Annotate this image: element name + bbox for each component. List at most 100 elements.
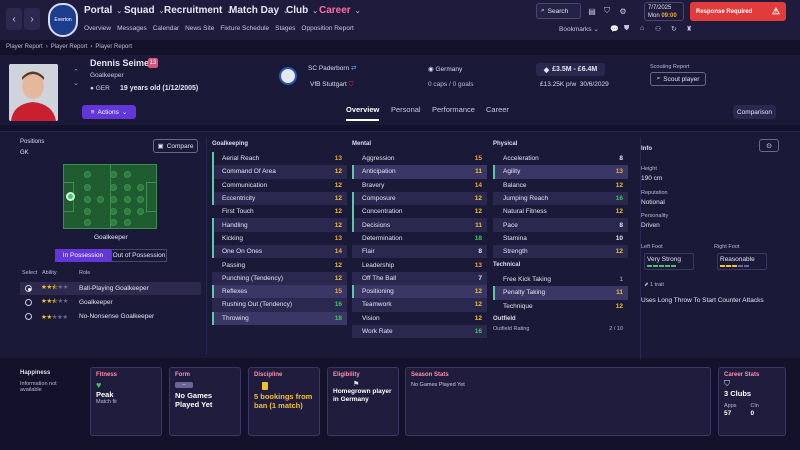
club-crest[interactable]: Everton [48,3,78,37]
attribute-row[interactable]: Eccentricity 12 [212,191,347,206]
attribute-row[interactable]: Composure 12 [352,191,487,206]
discipline-card[interactable]: Discipline 5 bookings from ban (1 match) [248,367,320,436]
trophy-icon[interactable]: ♜ [686,25,692,33]
submenu-stages[interactable]: Stages [275,25,295,32]
attribute-row[interactable]: Decisions 11 [352,218,487,232]
position-dot[interactable] [97,196,104,203]
tab-career[interactable]: Career [486,105,509,114]
position-dot[interactable] [110,171,117,178]
submenu-calendar[interactable]: Calendar [153,25,179,32]
attribute-row[interactable]: Strength 12 [493,245,628,259]
country[interactable]: ◉ Germany [428,65,462,73]
position-dot[interactable] [110,196,117,203]
response-required-button[interactable]: Response Required ⚠ [690,2,786,21]
compare-button[interactable]: ▣ Compare [153,139,198,153]
fitness-card[interactable]: Fitness ♥ Peak Match fit [90,367,162,436]
eligibility-card[interactable]: Eligibility ⚑ Homegrown player in German… [327,367,399,436]
attribute-row[interactable]: Bravery 14 [352,179,487,192]
role-row[interactable]: ★★★★★ No-Nonsense Goalkeeper [20,310,201,323]
menu-match-day[interactable]: Match Day ⌄ [229,5,289,16]
attribute-row[interactable]: Work Rate 16 [352,324,487,339]
role-row[interactable]: ★★⯪★★ Ball-Playing Goalkeeper [20,282,201,295]
menu-squad[interactable]: Squad ⌄ [124,5,164,16]
position-dot[interactable] [124,171,131,178]
tab-performance[interactable]: Performance [432,105,475,114]
attribute-row[interactable]: Rushing Out (Tendency) 16 [212,298,347,312]
position-dot[interactable] [84,171,91,178]
toggle-out-of-possession[interactable]: Out of Possession [111,249,167,262]
date-box[interactable]: 7/7/2025 Mon 09:00 [644,2,684,21]
tab-personal[interactable]: Personal [391,105,421,114]
attribute-row[interactable]: Punching (Tendency) 12 [212,271,347,285]
attribute-row[interactable]: Agility 13 [493,165,628,179]
attribute-row[interactable]: Anticipation 11 [352,165,487,179]
attribute-row[interactable]: Handling 12 [212,218,347,232]
attribute-row[interactable]: Passing 12 [212,258,347,271]
position-dot[interactable] [137,196,144,203]
position-dot[interactable] [124,184,131,191]
submenu-messages[interactable]: Messages [117,25,147,32]
position-dot[interactable] [84,184,91,191]
position-dot[interactable] [110,208,117,215]
position-dot[interactable] [137,184,144,191]
attribute-row[interactable]: One On Ones 14 [212,245,347,259]
attribute-row[interactable]: Reflexes 15 [212,284,347,299]
season-stats-card[interactable]: Season Stats No Games Played Yet [405,367,711,436]
position-dot[interactable] [110,184,117,191]
attribute-row[interactable]: Technique 12 [493,300,628,313]
attribute-row[interactable]: Stamina 10 [493,232,628,245]
inbox-icon[interactable]: ▤ [585,3,599,19]
attribute-row[interactable]: Aerial Reach 13 [212,152,347,166]
position-dot-gk[interactable] [66,192,75,201]
menu-club[interactable]: Club ⌄ [286,5,318,16]
scout-player-button[interactable]: ⌕ Scout player [650,72,706,86]
position-dot[interactable] [124,208,131,215]
attribute-row[interactable]: Balance 12 [493,179,628,192]
gear-icon[interactable]: ⚙ [616,3,630,19]
menu-career[interactable]: Career ⌄ [319,5,361,16]
attribute-row[interactable]: Positioning 12 [352,284,487,299]
position-dot[interactable] [124,196,131,203]
attribute-row[interactable]: Command Of Area 12 [212,165,347,179]
menu-recruitment[interactable]: Recruitment ⌄ [164,5,232,16]
attribute-row[interactable]: Teamwork 12 [352,298,487,312]
submenu-fixture-schedule[interactable]: Fixture Schedule [220,25,269,32]
attribute-row[interactable]: Communication 12 [212,178,347,192]
attribute-row[interactable]: First Touch 12 [212,205,347,218]
shirt-icon[interactable]: ⛊ [624,25,629,33]
position-dot[interactable] [137,208,144,215]
radio-selected[interactable] [25,285,32,292]
attribute-row[interactable]: Leadership 13 [352,258,487,271]
position-dot[interactable] [110,219,117,226]
attribute-row[interactable]: Vision 12 [352,312,487,325]
role-row[interactable]: ★★⯪★★ Goalkeeper [20,296,201,309]
attribute-row[interactable]: Jumping Reach 16 [493,191,628,206]
building-icon[interactable]: ⌂ [640,25,644,32]
toggle-in-possession[interactable]: In Possession [55,249,111,262]
radio[interactable] [25,313,32,320]
position-dot[interactable] [84,219,91,226]
forward-button[interactable]: › [24,8,40,30]
bookmarks-menu[interactable]: Bookmarks ⌄ [559,25,599,33]
attribute-row[interactable]: Determination 18 [352,232,487,245]
people-icon[interactable]: ⚇ [655,25,661,33]
back-button[interactable]: ‹ [6,8,22,30]
chevron-up-icon[interactable]: ⌃ [73,67,79,78]
position-dot[interactable] [124,219,131,226]
submenu-news-site[interactable]: News Site [185,25,214,32]
career-stats-card[interactable]: Career Stats ⛉ 3 Clubs Apps 57 Cln 0 [718,367,786,436]
breadcrumb-item[interactable]: Player Report [6,44,43,50]
breadcrumb-item[interactable]: Player Report [51,44,88,50]
attribute-row[interactable]: Free Kick Taking 1 [493,273,628,286]
shield-icon[interactable]: ⛉ [600,3,614,19]
search-button[interactable]: ⌕ Search [536,3,581,19]
submenu-opposition-report[interactable]: Opposition Report [301,25,353,32]
position-dot[interactable] [84,208,91,215]
attribute-row[interactable]: Off The Ball 7 [352,271,487,285]
club[interactable]: SC Paderborn ⇄ [308,64,356,72]
attribute-row[interactable]: Kicking 13 [212,231,347,246]
transfer-value[interactable]: ◆ £3.5M - £6.4M [536,63,605,76]
submenu-overview[interactable]: Overview [84,25,111,32]
loan-club[interactable]: VfB Stuttgart ⛉ [310,81,354,89]
attribute-row[interactable]: Aggression 15 [352,152,487,165]
